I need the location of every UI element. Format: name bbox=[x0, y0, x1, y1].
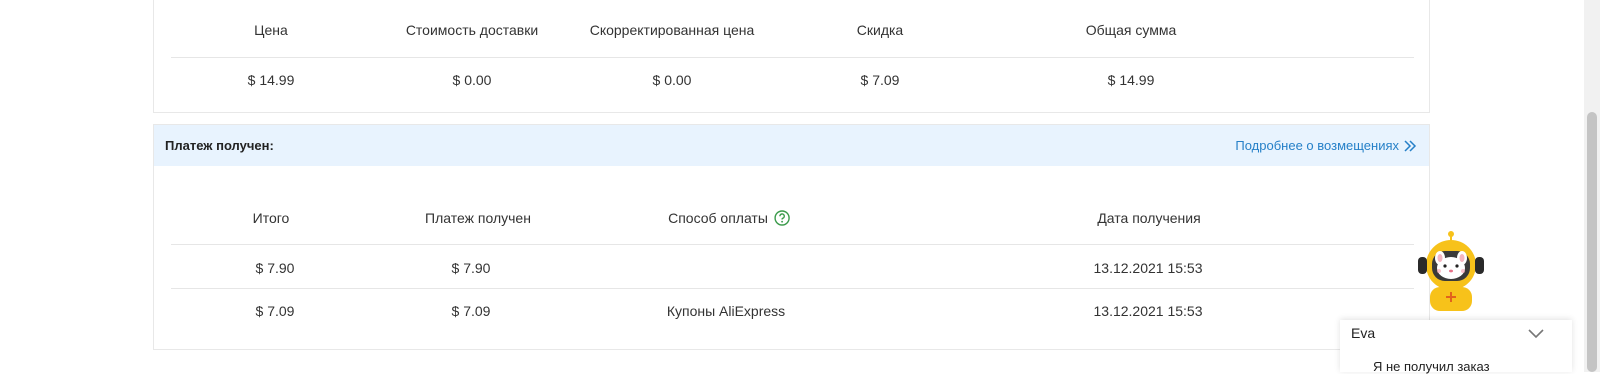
header-price: Цена bbox=[254, 22, 288, 38]
double-chevron-right-icon bbox=[1404, 139, 1417, 152]
row-total: $ 7.90 bbox=[255, 260, 295, 276]
header-discount: Скидка bbox=[856, 22, 904, 38]
header-total-amount: Общая сумма bbox=[1085, 22, 1177, 38]
value-price: $ 14.99 bbox=[247, 72, 295, 88]
row-payment-method: Купоны AliExpress bbox=[666, 303, 786, 319]
header-payment-received: Платеж получен bbox=[425, 210, 531, 226]
row-received-date: 13.12.2021 15:53 bbox=[1093, 260, 1203, 276]
value-discount: $ 7.09 bbox=[860, 72, 900, 88]
chat-agent-name: Eva bbox=[1351, 325, 1376, 341]
divider bbox=[171, 288, 1414, 289]
row-total: $ 7.09 bbox=[255, 303, 295, 319]
price-summary-panel: Цена Стоимость доставки Скорректированна… bbox=[153, 0, 1430, 113]
header-payment-method-label: Способ оплаты bbox=[668, 210, 768, 226]
header-adjusted-price: Скорректированная цена bbox=[589, 22, 755, 38]
chat-widget[interactable]: Eva Я не получил заказ bbox=[1340, 320, 1572, 374]
chevron-down-icon[interactable] bbox=[1526, 326, 1546, 340]
divider bbox=[171, 244, 1414, 245]
value-total-amount: $ 14.99 bbox=[1107, 72, 1155, 88]
refund-details-link-label: Подробнее о возмещениях bbox=[1235, 138, 1399, 153]
row-payment-received: $ 7.09 bbox=[451, 303, 491, 319]
header-payment-method: Способ оплаты bbox=[668, 210, 790, 226]
value-shipping-cost: $ 0.00 bbox=[452, 72, 492, 88]
divider bbox=[171, 57, 1414, 58]
row-payment-received: $ 7.90 bbox=[451, 260, 491, 276]
refund-details-link[interactable]: Подробнее о возмещениях bbox=[1235, 138, 1417, 153]
payment-title: Платеж получен: bbox=[165, 138, 274, 153]
payment-received-panel: Платеж получен: Подробнее о возмещениях … bbox=[153, 124, 1430, 350]
value-adjusted-price: $ 0.00 bbox=[652, 72, 692, 88]
help-circle-icon[interactable] bbox=[774, 210, 790, 226]
header-received-date: Дата получения bbox=[1097, 210, 1201, 226]
scrollbar-thumb[interactable] bbox=[1587, 112, 1597, 372]
payment-header-bar: Платеж получен: Подробнее о возмещениях bbox=[154, 125, 1429, 166]
header-shipping-cost: Стоимость доставки bbox=[405, 22, 539, 38]
header-total: Итого bbox=[252, 210, 290, 226]
mascot-avatar-icon[interactable] bbox=[1416, 231, 1486, 313]
row-received-date: 13.12.2021 15:53 bbox=[1093, 303, 1203, 319]
